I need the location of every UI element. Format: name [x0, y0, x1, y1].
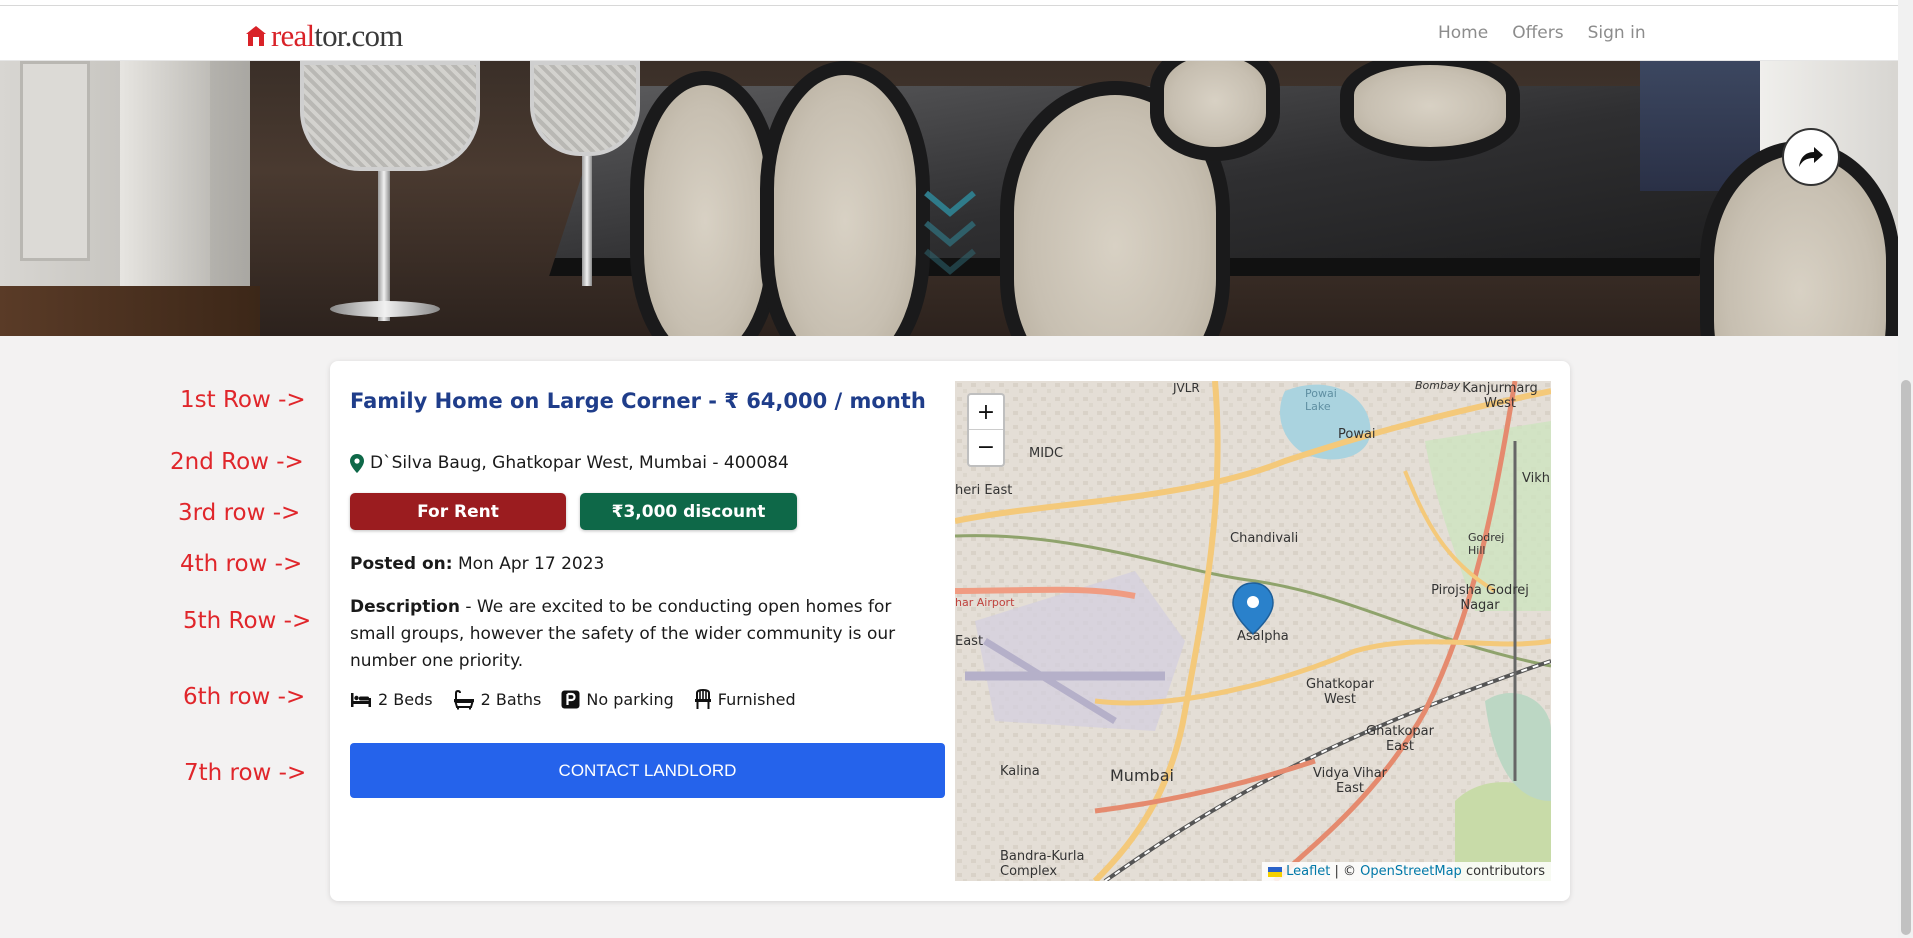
posted-date: Mon Apr 17 2023: [458, 554, 605, 574]
hero-stool-leg: [378, 171, 390, 321]
realtor-logo[interactable]: realtor.com: [245, 18, 403, 54]
map-label: har Airport: [955, 596, 1015, 609]
furnished-text: Furnished: [717, 690, 796, 709]
map-label: Pirojsha Godrej Nagar: [1431, 583, 1529, 613]
map-label: Ghatkopar East: [1366, 724, 1434, 754]
map-label: Godrej Hill: [1468, 531, 1505, 557]
hero-stool-base: [330, 301, 440, 317]
parking-icon: [561, 690, 580, 709]
map-zoom-control: + −: [967, 393, 1005, 467]
top-navbar: realtor.com Home Offers Sign in: [0, 6, 1898, 61]
address-text: D`Silva Baug, Ghatkopar West, Mumbai - 4…: [370, 453, 789, 473]
hero-cabinet: [20, 61, 90, 261]
share-button[interactable]: [1782, 128, 1840, 186]
zoom-in-button[interactable]: +: [969, 395, 1003, 430]
row-label-2: 2nd Row ->: [170, 449, 304, 475]
map-label: MIDC: [1029, 446, 1064, 461]
feature-beds: 2 Beds: [350, 690, 433, 709]
listing-description: Description - We are excited to be condu…: [350, 594, 925, 675]
attribution-separator: | ©: [1330, 864, 1361, 879]
map-label: Kalina: [1000, 764, 1040, 779]
chair-icon: [694, 689, 711, 709]
nav-links: Home Offers Sign in: [1438, 23, 1670, 43]
baths-text: 2 Baths: [480, 690, 542, 709]
leaflet-link[interactable]: Leaflet: [1286, 864, 1330, 879]
map-label: Kanjurmarg West: [1462, 381, 1538, 411]
map-label: Asalpha: [1237, 629, 1289, 644]
map-label: Ghatkopar West: [1306, 677, 1374, 707]
nav-sign-in-link[interactable]: Sign in: [1588, 23, 1646, 43]
discount-badge: ₹3,000 discount: [580, 493, 797, 530]
map-label: heri East: [955, 483, 1013, 498]
share-arrow-icon: [1799, 147, 1823, 167]
map-label: Vidya Vihar East: [1312, 766, 1388, 796]
map-label: Powai: [1338, 427, 1376, 442]
row-label-7: 7th row ->: [184, 760, 307, 786]
for-rent-badge: For Rent: [350, 493, 566, 530]
scrollbar-thumb[interactable]: [1901, 380, 1911, 935]
row-label-6: 6th row ->: [183, 684, 306, 710]
map-label: Powai Lake: [1305, 387, 1337, 413]
nav-home-link[interactable]: Home: [1438, 23, 1488, 43]
hero-bar-stool-2: [530, 61, 640, 156]
feature-parking: No parking: [561, 690, 674, 709]
scroll-down-chevrons-icon[interactable]: [920, 185, 980, 275]
contact-landlord-button[interactable]: CONTACT LANDLORD: [350, 743, 945, 798]
zoom-out-button[interactable]: −: [969, 430, 1003, 465]
listing-title: Family Home on Large Corner - ₹ 64,000 /…: [350, 389, 926, 413]
posted-on: Posted on: Mon Apr 17 2023: [350, 554, 604, 574]
hero-bar-stool: [300, 61, 480, 171]
map-attribution: Leaflet | © OpenStreetMap contributors: [1262, 862, 1551, 881]
listing-card: Family Home on Large Corner - ₹ 64,000 /…: [330, 361, 1570, 901]
hero-stool-leg-2: [582, 156, 592, 286]
ukraine-flag-icon: [1268, 866, 1283, 877]
row-label-3: 3rd row ->: [178, 500, 301, 526]
map-label: East: [955, 634, 984, 649]
nav-offers-link[interactable]: Offers: [1512, 23, 1563, 43]
openstreetmap-link[interactable]: OpenStreetMap: [1360, 864, 1462, 879]
bathtub-icon: [453, 689, 474, 709]
beds-text: 2 Beds: [378, 690, 433, 709]
features-row: 2 Beds 2 Baths No parking Furnished: [350, 689, 816, 710]
attribution-suffix: contributors: [1461, 864, 1545, 879]
row-label-4: 4th row ->: [180, 551, 303, 577]
description-label: Description: [350, 597, 460, 617]
row-label-5: 5th Row ->: [183, 608, 312, 634]
map-label: Bombay: [1415, 381, 1461, 392]
listing-address: D`Silva Baug, Ghatkopar West, Mumbai - 4…: [350, 453, 789, 473]
map-label: Chandivali: [1230, 531, 1299, 546]
location-pin-icon: [350, 453, 364, 473]
hero-chair: [760, 61, 930, 336]
hero-floor: [0, 286, 260, 336]
hero-chair: [1150, 61, 1280, 161]
map-label: Bandra-Kurla Complex: [1000, 849, 1085, 879]
house-logo-icon: [246, 26, 266, 46]
location-map[interactable]: JVLR Powai Lake Bombay Kanjurmarg West M…: [955, 381, 1551, 881]
bed-icon: [351, 692, 371, 707]
map-label: Mumbai: [1110, 766, 1174, 785]
map-label: Vikh: [1522, 471, 1550, 486]
logo-text: realtor.com: [271, 18, 403, 53]
row-label-1: 1st Row ->: [180, 387, 306, 413]
hero-chair: [630, 71, 780, 336]
hero-photo: [0, 61, 1898, 336]
map-label: JVLR: [1173, 381, 1200, 395]
feature-furnished: Furnished: [694, 689, 796, 710]
hero-chair: [1340, 61, 1520, 161]
feature-baths: 2 Baths: [453, 689, 542, 710]
posted-label: Posted on:: [350, 554, 453, 574]
parking-text: No parking: [586, 690, 674, 709]
